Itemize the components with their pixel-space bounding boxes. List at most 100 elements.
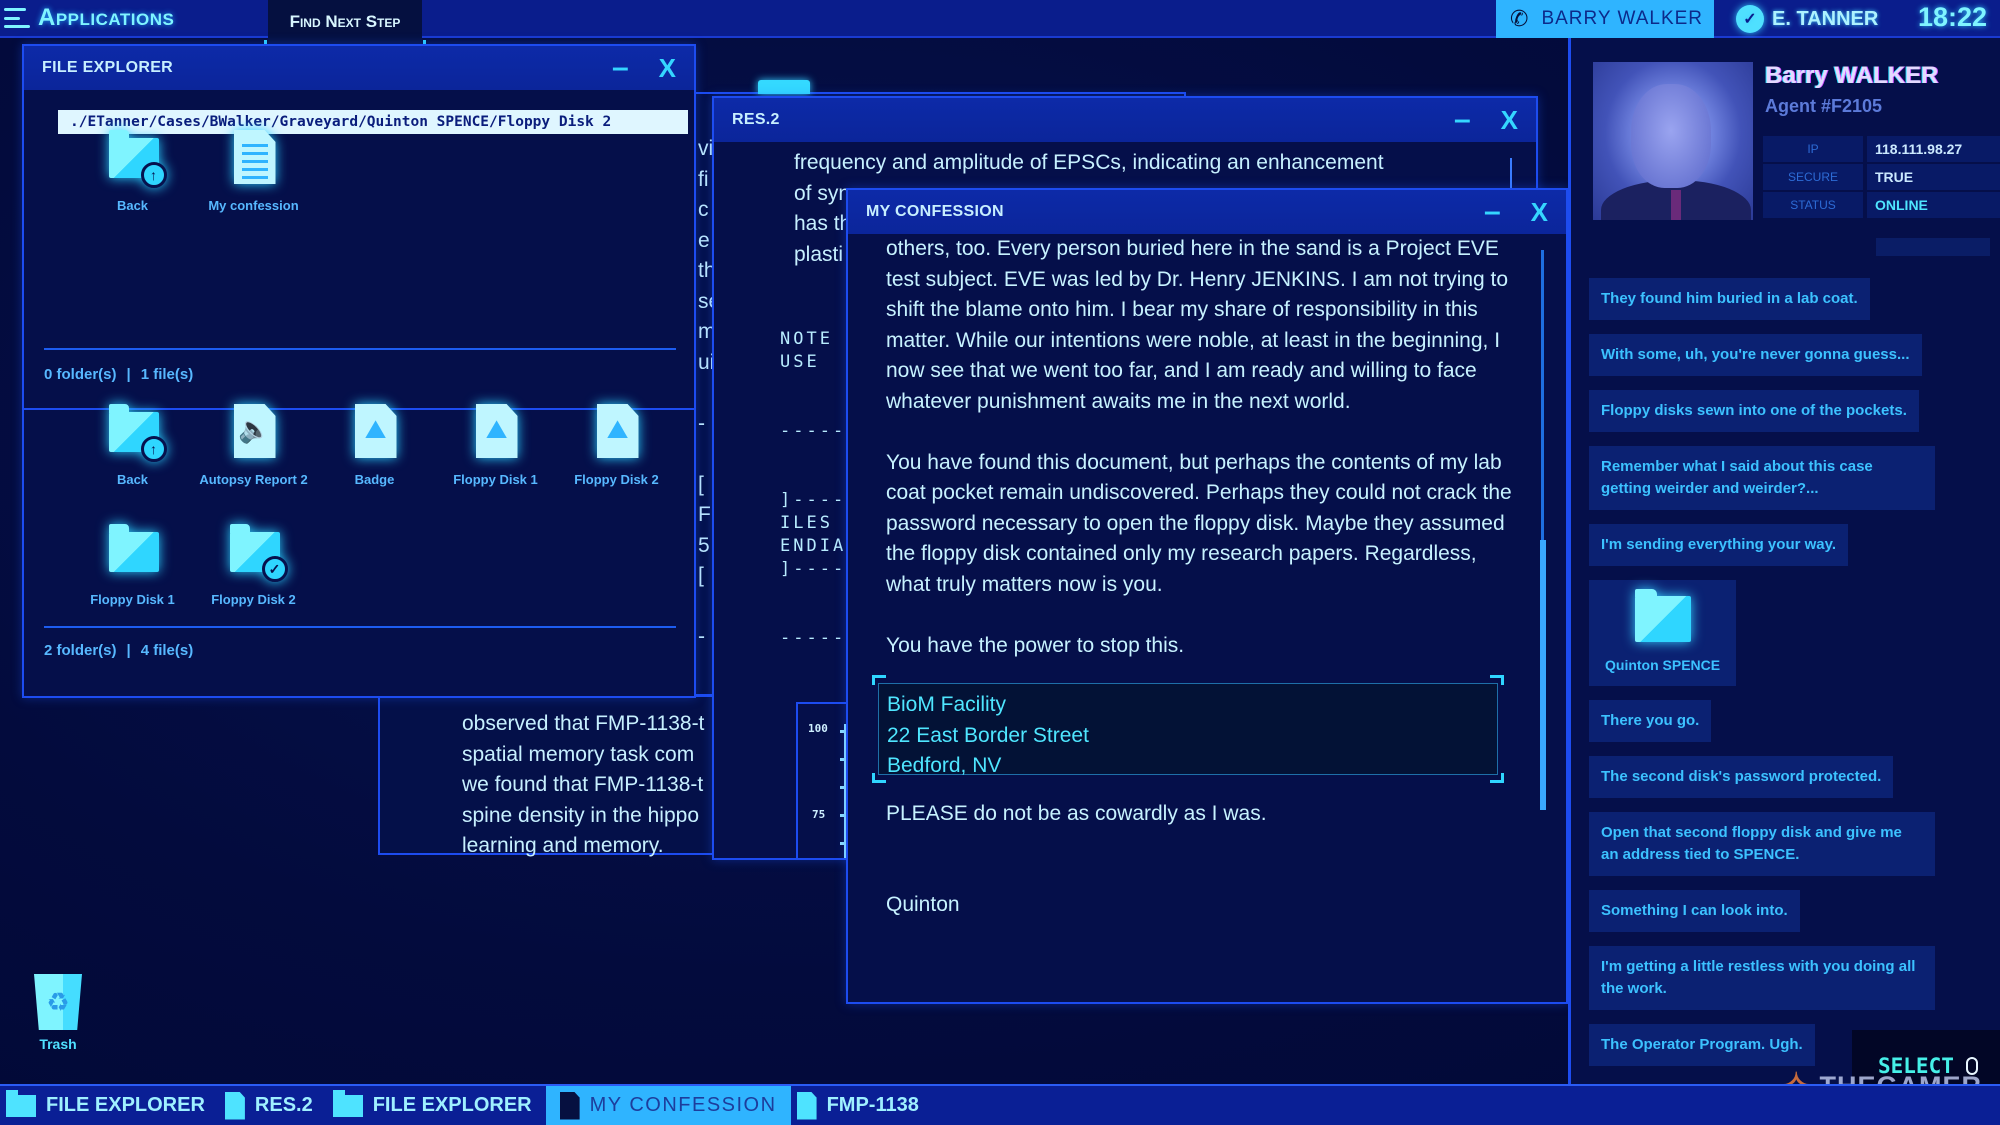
- file-grid: ↑ Back My confession: [72, 122, 314, 242]
- file-pane-floppy-disk-2: ./ETanner/Cases/BWalker/Graveyard/Quinto…: [24, 110, 694, 410]
- taskbar-item[interactable]: MY CONFESSION: [545, 1086, 791, 1125]
- taskbar-item[interactable]: RES.2: [219, 1086, 327, 1125]
- attachment-name: Quinton SPENCE: [1605, 657, 1721, 673]
- fmp-1138-window[interactable]: observed that FMP-1138-t spatial memory t…: [378, 695, 718, 857]
- separator: |: [126, 366, 131, 383]
- file-item[interactable]: My confession: [193, 122, 314, 242]
- address-line: Bedford, NV: [887, 754, 1002, 777]
- highlighted-address[interactable]: BioM Facility 22 East Border Street Bedf…: [872, 675, 1504, 783]
- paragraph: others, too. Every person buried here in…: [886, 237, 1509, 413]
- applications-label: Applications: [38, 4, 175, 31]
- file-item[interactable]: ↑ Back: [72, 122, 193, 242]
- file-explorer-window[interactable]: FILE EXPLORER – X ./ETanner/Cases/BWalke…: [22, 44, 696, 698]
- chat-message: With some, uh, you're never gonna guess.…: [1589, 334, 1922, 376]
- file-item-label: Floppy Disk 2: [574, 472, 659, 487]
- file-item-label: Floppy Disk 1: [90, 592, 175, 607]
- clock: 18:22: [1918, 2, 1988, 32]
- file-item-label: Back: [116, 198, 149, 213]
- scrollbar-thumb[interactable]: [1540, 540, 1546, 810]
- taskbar-item-label: FILE EXPLORER: [46, 1094, 205, 1116]
- agent-chip[interactable]: ✓ E. TANNER: [1736, 0, 1878, 38]
- chat-message: Floppy disks sewn into one of the pocket…: [1589, 390, 1919, 432]
- chat-message: The Operator Program. Ugh.: [1589, 1024, 1815, 1066]
- folder-icon: [6, 1089, 36, 1117]
- status-bar: 0 folder(s) | 1 file(s): [44, 366, 193, 383]
- image-file-icon: ⛰: [589, 402, 645, 458]
- trash[interactable]: ♻ Trash: [30, 974, 86, 1052]
- paragraph: You have the power to stop this.: [886, 633, 1185, 657]
- file-item[interactable]: 🔈 Autopsy Report 2: [193, 396, 314, 516]
- agent-name: E. TANNER: [1772, 7, 1879, 30]
- file-item[interactable]: ⛰ Floppy Disk 2: [556, 396, 677, 516]
- applications-menu-button[interactable]: Applications: [0, 0, 174, 36]
- chat-message: There you go.: [1589, 700, 1712, 742]
- divider: [44, 348, 676, 350]
- taskbar-item[interactable]: FILE EXPLORER: [327, 1086, 546, 1125]
- chat-file-attachment[interactable]: Quinton SPENCE: [1589, 580, 1737, 686]
- minimize-button[interactable]: –: [1454, 105, 1471, 135]
- window-title: FILE EXPLORER: [42, 59, 174, 76]
- text-line: learning and memory.: [462, 834, 664, 857]
- taskbar-item-label: FMP-1138: [826, 1094, 919, 1116]
- menu-icon: [4, 8, 30, 28]
- minimize-button[interactable]: –: [612, 53, 629, 83]
- taskbar-item[interactable]: FILE EXPLORER: [0, 1086, 219, 1125]
- file-item[interactable]: ↑ Back: [72, 396, 193, 516]
- profile-name: Barry WALKER: [1765, 62, 1939, 89]
- phone-icon: ✆: [1510, 6, 1530, 31]
- find-next-step-label: Find Next Step: [289, 12, 401, 31]
- confession-titlebar[interactable]: MY CONFESSION – X: [848, 190, 1566, 234]
- find-next-step-button[interactable]: Find Next Step: [264, 0, 426, 48]
- tick-label: 100: [808, 722, 828, 735]
- res2-titlebar[interactable]: RES.2 – X: [714, 98, 1536, 142]
- file-item-label: Floppy Disk 2: [211, 592, 296, 607]
- folder-back-icon: ↑: [105, 128, 167, 188]
- close-button[interactable]: X: [1531, 197, 1548, 228]
- active-call-chip[interactable]: ✆ BARRY WALKER: [1496, 0, 1714, 38]
- profile-photo: [1593, 62, 1753, 220]
- file-pane-quinton-spence: ↑ Back 🔈 Autopsy Report 2 ⛰ Badge ⛰ Floppy Disk…: [24, 404, 694, 714]
- file-count: 4 file(s): [140, 642, 194, 659]
- signature: Quinton: [886, 892, 960, 916]
- info-value: 118.111.98.27: [1867, 136, 2000, 162]
- chat-log[interactable]: They found him buried in a lab coat. With…: [1589, 278, 1989, 1080]
- info-key: SECURE: [1763, 164, 1863, 190]
- minimize-button[interactable]: –: [1484, 197, 1501, 227]
- closing-line: PLEASE do not be as cowardly as I was.: [886, 802, 1267, 825]
- info-row-ip: IP 118.111.98.27: [1763, 136, 2000, 162]
- info-key: IP: [1763, 136, 1863, 162]
- file-count: 1 file(s): [140, 366, 194, 383]
- info-value: TRUE: [1867, 164, 2000, 190]
- fmp-1138-text: observed that FMP-1138-t spatial memory t…: [462, 709, 718, 862]
- folder-icon: [758, 80, 810, 94]
- profile-info-table: IP 118.111.98.27 SECURE TRUE STATUS ONLI…: [1763, 136, 2000, 220]
- confession-body: others, too. Every person buried here in…: [848, 234, 1566, 1002]
- address-box[interactable]: BioM Facility 22 East Border Street Bedf…: [878, 683, 1498, 777]
- close-button[interactable]: X: [659, 53, 676, 84]
- folder-count: 0 folder(s): [44, 366, 117, 383]
- taskbar-item[interactable]: FMP-1138: [791, 1086, 933, 1125]
- file-item[interactable]: ⛰ Floppy Disk 1: [435, 396, 556, 516]
- my-confession-window[interactable]: MY CONFESSION – X others, too. Every per…: [846, 188, 1568, 1004]
- document-icon: [796, 1091, 817, 1120]
- file-item[interactable]: ⛰ Badge: [314, 396, 435, 516]
- file-explorer-titlebar[interactable]: FILE EXPLORER – X: [24, 46, 694, 90]
- info-key: STATUS: [1763, 192, 1863, 218]
- agent-id: Agent #F2105: [1765, 96, 1883, 116]
- document-icon: [559, 1091, 580, 1120]
- file-item-label: My confession: [208, 198, 299, 213]
- file-item[interactable]: ✓ Floppy Disk 2: [193, 516, 314, 636]
- chat-message: I'm getting a little restless with you d…: [1589, 946, 1935, 1010]
- file-item[interactable]: Floppy Disk 1: [72, 516, 193, 636]
- file-grid: ↑ Back 🔈 Autopsy Report 2 ⛰ Badge ⛰ Floppy Disk…: [72, 396, 692, 636]
- status-bar: 2 folder(s) | 4 file(s): [44, 642, 193, 659]
- text-line: frequency and amplitude of EPSCs, indica…: [794, 151, 1384, 174]
- close-button[interactable]: X: [1501, 105, 1518, 136]
- previous-message-fragment: [1876, 238, 1990, 256]
- top-bar: Applications Find Next Step ✆ BARRY WALK…: [0, 0, 2000, 48]
- chat-message: They found him buried in a lab coat.: [1589, 278, 1870, 320]
- scrollbar[interactable]: [1540, 250, 1546, 810]
- image-file-icon: ⛰: [347, 402, 403, 458]
- address-line: 22 East Border Street: [887, 723, 1089, 747]
- file-item-label: Floppy Disk 1: [453, 472, 538, 487]
